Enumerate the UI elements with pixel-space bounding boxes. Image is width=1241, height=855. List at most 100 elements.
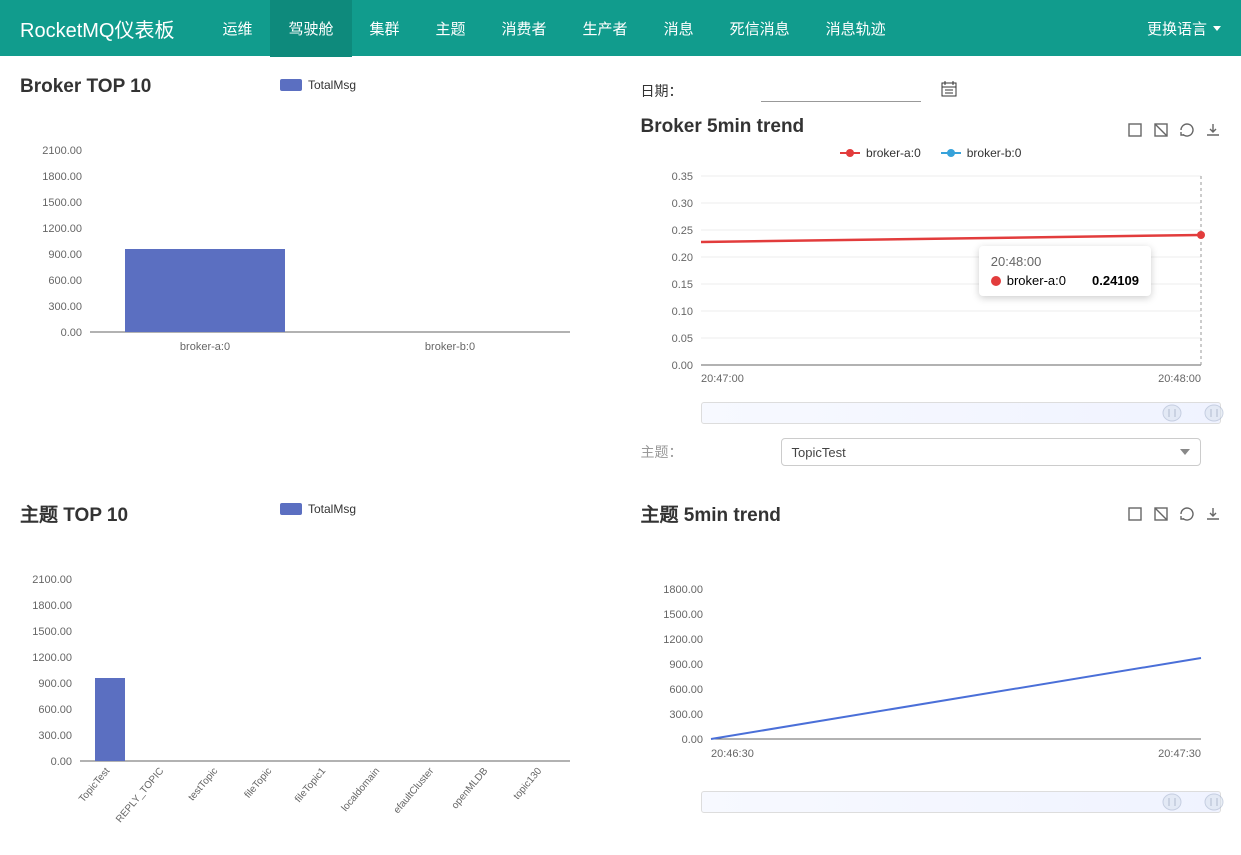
svg-text:20:47:30: 20:47:30 [1158,748,1201,760]
series-line-broker-a[interactable] [701,235,1201,242]
bar-broker-a[interactable] [125,249,285,332]
svg-text:0.00: 0.00 [51,756,72,768]
svg-text:0.05: 0.05 [671,333,692,345]
language-switch[interactable]: 更换语言 [1147,18,1221,39]
svg-text:300.00: 300.00 [48,301,82,313]
svg-text:20:46:30: 20:46:30 [711,748,754,760]
svg-text:900.00: 900.00 [669,659,703,671]
svg-text:0.10: 0.10 [671,306,692,318]
bar-plot: 0.00 300.00 600.00 900.00 1200.00 1500.0… [20,535,580,835]
chart-toolbox [1127,122,1221,138]
svg-text:300.00: 300.00 [669,709,703,721]
datazoom-slider[interactable] [701,791,1222,813]
svg-text:openMLDB: openMLDB [450,766,491,812]
svg-text:300.00: 300.00 [38,730,72,742]
topic-select-value: TopicTest [792,445,846,460]
date-row: 日期： [641,76,1222,116]
svg-text:2100.00: 2100.00 [42,145,82,157]
legend-swatch-icon [280,79,302,91]
refresh-icon[interactable] [1179,122,1195,138]
nav-item-consumer[interactable]: 消费者 [484,0,565,57]
svg-text:1500.00: 1500.00 [42,197,82,209]
brand-title: RocketMQ仪表板 [20,14,174,43]
svg-text:1200.00: 1200.00 [663,634,703,646]
svg-text:fileTopic: fileTopic [243,766,275,801]
nav-item-trace[interactable]: 消息轨迹 [808,0,904,57]
svg-text:REPLY_TOPIC: REPLY_TOPIC [114,766,166,825]
zoom-reset-icon[interactable] [1153,122,1169,138]
y-axis: 0.00 300.00 600.00 900.00 1200.00 1500.0… [42,145,82,339]
nav-item-message[interactable]: 消息 [646,0,712,57]
slider-handle-left[interactable] [1160,401,1184,425]
svg-text:0.15: 0.15 [671,279,692,291]
svg-text:20:47:00: 20:47:00 [701,373,744,385]
svg-text:600.00: 600.00 [48,275,82,287]
chart-topic-top10: 主题 TOP 10 TotalMsg 0.00 300.00 600.00 90… [20,500,601,835]
tooltip-time: 20:48:00 [991,254,1139,269]
zoom-icon[interactable] [1127,506,1143,522]
y-axis: 0.00 0.05 0.10 0.15 0.20 0.25 0.30 0.35 [671,171,692,372]
tooltip-value: 0.24109 [1092,273,1139,288]
svg-text:0.00: 0.00 [671,360,692,372]
svg-text:1500.00: 1500.00 [663,609,703,621]
svg-text:testTopic: testTopic [187,766,221,803]
topic-label: 主题： [641,442,691,462]
svg-text:600.00: 600.00 [38,704,72,716]
nav-item-ops[interactable]: 运维 [204,0,270,57]
svg-text:900.00: 900.00 [48,249,82,261]
bar-topictest[interactable] [95,678,125,761]
refresh-icon[interactable] [1179,506,1195,522]
svg-text:efaultCluster: efaultCluster [392,765,437,816]
svg-text:0.00: 0.00 [681,734,702,746]
svg-text:1800.00: 1800.00 [32,600,72,612]
datazoom-slider[interactable] [701,402,1222,424]
nav-item-topic[interactable]: 主题 [418,0,484,57]
slider-handle-left[interactable] [1160,790,1184,814]
date-input[interactable] [761,80,921,102]
data-point[interactable] [1197,231,1205,239]
nav-item-dlq[interactable]: 死信消息 [712,0,808,57]
slider-handle-right[interactable] [1202,790,1226,814]
line-plot: 0.00 300.00 600.00 900.00 1200.00 1500.0… [641,535,1221,785]
chart-tooltip: 20:48:00 broker-a:0 0.24109 [979,246,1151,296]
chevron-down-icon [1180,449,1190,455]
nav-item-dashboard[interactable]: 驾驶舱 [270,0,351,57]
svg-text:localdomain: localdomain [340,766,383,814]
chart-broker-5min: Broker 5min trend broker-a:0 broker-b:0 … [641,116,1222,480]
legend-label: TotalMsg [308,502,356,516]
series-line-topic[interactable] [711,658,1201,739]
legend-item-broker-a[interactable]: broker-a:0 [840,146,921,160]
legend[interactable]: TotalMsg [280,502,356,516]
svg-text:topic130: topic130 [512,766,545,802]
zoom-reset-icon[interactable] [1153,506,1169,522]
svg-text:0.20: 0.20 [671,252,692,264]
y-axis: 0.00 300.00 600.00 900.00 1200.00 1500.0… [663,584,703,746]
y-axis: 0.00 300.00 600.00 900.00 1200.00 1500.0… [32,574,72,768]
zoom-icon[interactable] [1127,122,1143,138]
chart-broker-top10: Broker TOP 10 TotalMsg 0.00 300.00 600.0… [20,76,601,480]
chart-toolbox [1127,506,1221,522]
legend-item-broker-b[interactable]: broker-b:0 [941,146,1022,160]
language-switch-label: 更换语言 [1147,18,1207,39]
topic-row: 主题： TopicTest [641,434,1222,480]
svg-text:0.00: 0.00 [61,327,82,339]
nav-item-cluster[interactable]: 集群 [352,0,418,57]
caret-down-icon [1213,26,1221,31]
svg-text:0.35: 0.35 [671,171,692,183]
download-icon[interactable] [1205,122,1221,138]
download-icon[interactable] [1205,506,1221,522]
tooltip-series: broker-a:0 [1007,273,1066,288]
svg-text:2100.00: 2100.00 [32,574,72,586]
svg-text:1800.00: 1800.00 [663,584,703,596]
svg-text:broker-b:0: broker-b:0 [425,341,475,353]
svg-text:1200.00: 1200.00 [42,223,82,235]
legend[interactable]: TotalMsg [280,78,356,92]
topic-select[interactable]: TopicTest [781,438,1201,466]
svg-text:1800.00: 1800.00 [42,171,82,183]
svg-text:TopicTest: TopicTest [77,766,112,805]
svg-text:broker-a:0: broker-a:0 [180,341,230,353]
nav-item-producer[interactable]: 生产者 [565,0,646,57]
calendar-icon[interactable] [941,81,957,102]
line-legend: broker-a:0 broker-b:0 [641,146,1222,160]
slider-handle-right[interactable] [1202,401,1226,425]
